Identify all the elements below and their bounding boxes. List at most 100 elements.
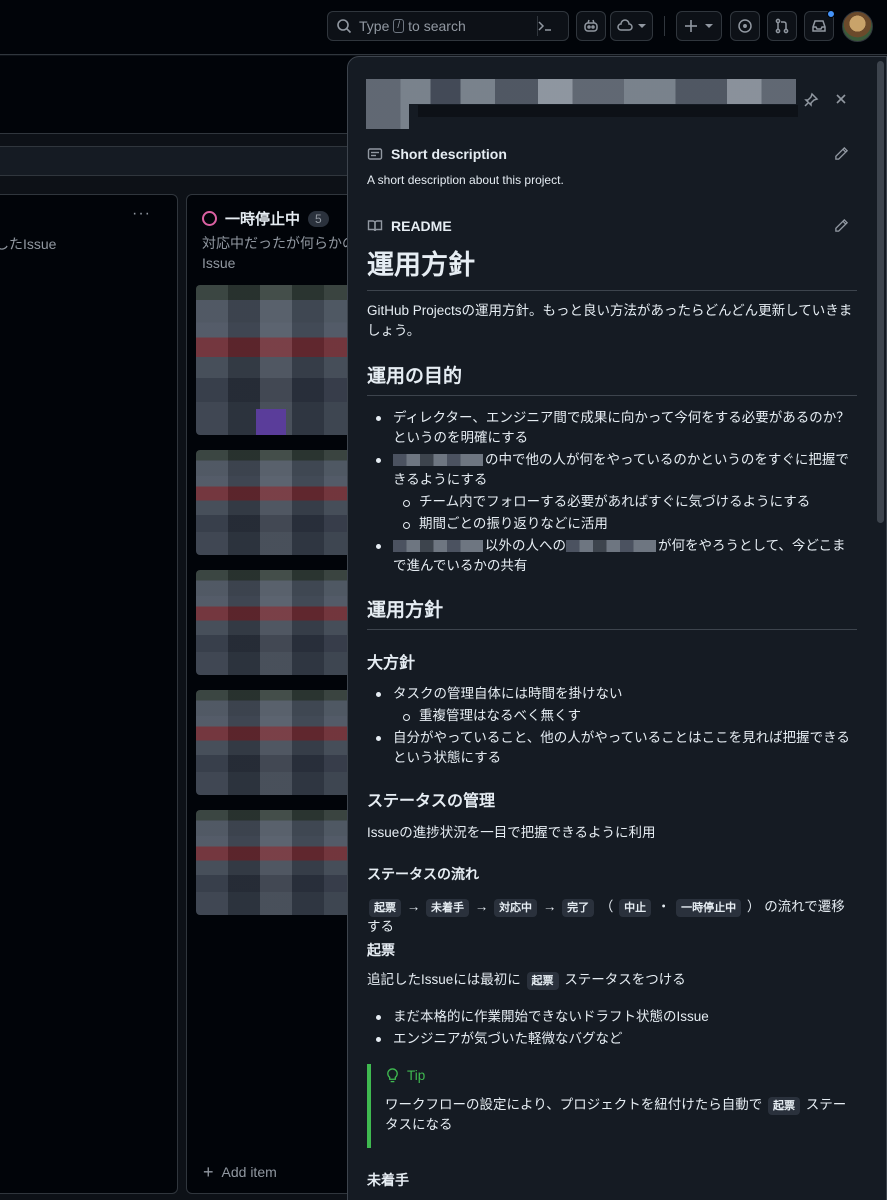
draft-intro-prefix: 追記したIssueには最初に <box>367 972 521 987</box>
search-placeholder-prefix: Type <box>359 18 390 34</box>
tip-text-prefix: ワークフローの設定により、プロジェクトを紐付けたら自動で <box>385 1097 763 1112</box>
status-code: 起票 <box>369 899 401 917</box>
issue-icon <box>738 19 752 33</box>
redacted-text <box>393 454 483 467</box>
overall-policy-list: タスクの管理自体には時間を掛けない 重複管理はなるべく無くす 自分がやっているこ… <box>367 684 857 770</box>
tip-label: Tip <box>407 1068 426 1083</box>
close-icon[interactable] <box>834 92 848 106</box>
short-description-label: Short description <box>391 146 507 162</box>
status-code: 対応中 <box>494 899 538 917</box>
search-icon <box>337 19 352 34</box>
list-item-text: まだ本格的に作業開始できないドラフト状態のIssue <box>393 1009 709 1024</box>
draft-list: まだ本格的に作業開始できないドラフト状態のIssue エンジニアが気づいた軽微な… <box>367 1007 857 1051</box>
list-item-text: ディレクター、エンジニア間で成果に向かって今何をする必要があるのか？というのを明… <box>393 410 850 445</box>
column-description: 対応中だったが何らかの Issue <box>202 233 352 273</box>
pull-request-icon <box>775 18 789 34</box>
copilot-button[interactable] <box>576 11 606 41</box>
sub-list-item: チーム内でフォローする必要があればすぐに気づけるようにする <box>367 492 857 512</box>
board-card[interactable] <box>196 285 356 435</box>
board-card[interactable] <box>196 690 356 795</box>
search-placeholder-suffix: to search <box>408 18 466 34</box>
column-description: したIssue <box>0 236 57 252</box>
plus-icon <box>685 20 697 32</box>
list-item: の中で他の人が何をやっているのかというのをすぐに把握できるようにする <box>367 450 857 490</box>
status-circle-icon <box>202 211 217 226</box>
flow-dot: ・ <box>656 899 671 914</box>
redacted-text <box>566 540 656 553</box>
readme-title: 運用方針 <box>367 243 857 291</box>
create-new-button[interactable] <box>676 11 722 41</box>
edit-short-description-icon[interactable] <box>834 146 849 161</box>
list-item-text: 以外の人への <box>485 538 566 553</box>
list-item: タスクの管理自体には時間を掛けない <box>367 684 857 704</box>
top-header: Type / to search <box>0 0 887 55</box>
column-options-icon[interactable]: ··· <box>132 205 151 223</box>
list-item-text: エンジニアが気づいた軽微なバグなど <box>393 1031 623 1046</box>
purpose-list: ディレクター、エンジニア間で成果に向かって今何をする必要があるのか？というのを明… <box>367 408 857 578</box>
chevron-down-icon <box>705 24 713 28</box>
readme-intro: GitHub Projectsの運用方針。もっと良い方法があったらどんどん更新し… <box>367 303 853 338</box>
status-code: 未着手 <box>426 899 470 917</box>
project-title-redacted-line <box>418 105 798 117</box>
list-item: ディレクター、エンジニア間で成果に向かって今何をする必要があるのか？というのを明… <box>367 408 857 448</box>
user-avatar[interactable] <box>842 11 873 42</box>
readme-heading: README <box>367 218 452 234</box>
status-code: 完了 <box>562 899 595 917</box>
status-code: 中止 <box>619 899 652 917</box>
board-card[interactable] <box>196 450 356 555</box>
flow-arrow: → <box>542 899 557 914</box>
status-code: 起票 <box>526 972 559 990</box>
description-icon <box>367 148 383 160</box>
search-shortcut-key: / <box>393 19 405 33</box>
purpose-heading: 運用の目的 <box>367 361 857 396</box>
issues-button[interactable] <box>730 11 760 41</box>
readme-label: README <box>391 218 452 234</box>
status-flow-heading: ステータスの流れ <box>367 866 479 882</box>
column-count: 5 <box>308 210 329 227</box>
project-details-panel: Short description A short description ab… <box>347 56 887 1200</box>
lightbulb-icon <box>387 1068 398 1083</box>
board-column: ··· したIssue <box>0 194 178 1194</box>
book-icon <box>367 220 383 232</box>
list-item-text: 期間ごとの振り返りなどに活用 <box>419 516 608 531</box>
board-card[interactable] <box>196 810 356 915</box>
column-title: 一時停止中 <box>225 211 301 228</box>
cloud-icon <box>616 19 633 31</box>
panel-scrollbar[interactable] <box>877 61 884 523</box>
tip-text: ワークフローの設定により、プロジェクトを紐付けたら自動で 起票 ステータスになる <box>385 1095 857 1135</box>
list-item-text: タスクの管理自体には時間を掛けない <box>393 686 623 701</box>
flow-arrow: → <box>474 899 489 914</box>
status-code: 起票 <box>767 1097 800 1115</box>
list-item: エンジニアが気づいた軽微なバグなど <box>367 1029 857 1049</box>
chevron-down-icon <box>637 24 646 28</box>
board-toolbar-area <box>0 56 360 134</box>
add-item-button[interactable]: + Add item <box>203 1163 277 1181</box>
copilot-menu-button[interactable] <box>610 11 653 41</box>
short-description-heading: Short description <box>367 146 507 162</box>
add-item-label: Add item <box>221 1164 277 1180</box>
edit-readme-icon[interactable] <box>834 218 849 233</box>
board-view-bar <box>0 146 360 176</box>
overall-policy-heading: 大方針 <box>367 655 416 672</box>
header-separator <box>664 16 665 36</box>
command-palette-icon[interactable] <box>537 18 553 34</box>
notification-indicator <box>827 10 835 18</box>
pin-icon[interactable] <box>803 92 819 108</box>
project-title-redacted <box>366 79 796 129</box>
list-item-text: チーム内でフォローする必要があればすぐに気づけるようにする <box>419 494 811 509</box>
status-flow: 起票 → 未着手 → 対応中 → 完了 （ 中止 ・ 一時停止中 ） の流れで遷… <box>367 897 857 937</box>
board-card[interactable] <box>196 570 356 675</box>
search-input[interactable]: Type / to search <box>327 11 569 41</box>
sub-list-item: 期間ごとの振り返りなどに活用 <box>367 514 857 534</box>
pull-requests-button[interactable] <box>767 11 797 41</box>
tip-header: Tip <box>385 1064 857 1083</box>
todo-heading: 未着手 <box>367 1172 409 1188</box>
short-description-text: A short description about this project. <box>367 173 564 187</box>
plus-icon: + <box>203 1162 214 1182</box>
list-item-text: 重複管理はなるべく無くす <box>419 708 581 723</box>
flow-paren: （ <box>599 899 614 914</box>
list-item: まだ本格的に作業開始できないドラフト状態のIssue <box>367 1007 857 1027</box>
redacted-text <box>393 540 483 553</box>
tip-callout: Tip ワークフローの設定により、プロジェクトを紐付けたら自動で 起票 ステータ… <box>367 1064 857 1148</box>
draft-heading: 起票 <box>367 942 395 958</box>
